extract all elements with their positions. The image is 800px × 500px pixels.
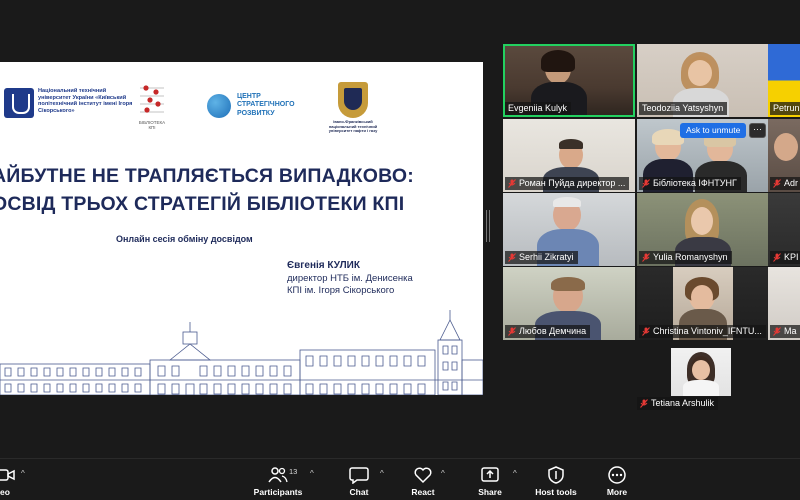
- video-camera-icon: [0, 469, 15, 481]
- participant-name: Serhii Zikratyi: [519, 252, 574, 262]
- participants-label: Participants: [253, 487, 303, 497]
- meeting-toolbar: eo ^ Participants 13 ^ Chat ^ React ^ Sh…: [0, 458, 800, 500]
- shared-slide: Національний технічний університет Украї…: [0, 62, 483, 395]
- participant-tile[interactable]: Christina Vintoniv_IFNTU...: [637, 267, 769, 340]
- strategic-center-logo-text: ЦЕНТР СТРАТЕГІЧНОГО РОЗВИТКУ: [237, 93, 295, 117]
- kpi-logo-text: Національний технічний університет Украї…: [38, 88, 133, 114]
- participants-options-chevron-icon[interactable]: ^: [310, 469, 314, 478]
- participant-tile[interactable]: Serhii Zikratyi: [503, 193, 635, 266]
- participant-tile[interactable]: Yulia Romanyshyn: [637, 193, 769, 266]
- zoom-meeting-window: Національний технічний університет Украї…: [0, 0, 800, 500]
- slide-title-line-2: ОСВІД ТРЬОХ СТРАТЕГІЙ БІБЛІОТЕКИ КПІ: [0, 193, 405, 215]
- kpi-logo: Національний технічний університет Украї…: [4, 88, 134, 128]
- chat-label: Chat: [349, 487, 369, 497]
- kpi-emblem-icon: [4, 88, 34, 118]
- ask-to-unmute-button[interactable]: Ask to unmute: [680, 123, 747, 138]
- video-button[interactable]: eo: [0, 459, 20, 500]
- host-tools-button[interactable]: Host tools: [532, 459, 580, 500]
- participant-name: KPI: [784, 252, 799, 262]
- panel-splitter-handle[interactable]: [486, 210, 490, 242]
- participant-name: Petrun: [773, 103, 800, 113]
- participant-tile[interactable]: Teodoziia Yatsyshyn: [637, 44, 769, 117]
- muted-mic-icon: [642, 253, 650, 262]
- participant-tile[interactable]: Ma: [768, 267, 800, 340]
- author-role-1: директор НТБ ім. Денисенка: [287, 272, 413, 284]
- react-label: React: [411, 487, 435, 497]
- library-logo: БІБЛІОТЕКА КПІ: [136, 82, 168, 134]
- participant-name: Бібліотека ІФНТУНГ: [653, 178, 737, 188]
- participants-icon: [268, 467, 288, 483]
- slide-logo-row: Національний технічний університет Украї…: [0, 82, 483, 134]
- participant-name: Любов Демчина: [519, 326, 587, 336]
- muted-mic-icon: [508, 179, 516, 188]
- kpi-building-illustration: [0, 310, 483, 395]
- author-role-2: КПІ ім. Ігоря Сікорського: [287, 285, 395, 296]
- strategic-center-logo: ЦЕНТР СТРАТЕГІЧНОГО РОЗВИТКУ: [207, 90, 307, 120]
- muted-mic-icon: [508, 253, 516, 262]
- participant-name: Роман Пуйда директор ...: [519, 178, 626, 188]
- participant-name: Adr: [784, 178, 799, 188]
- react-button[interactable]: React: [404, 459, 442, 500]
- muted-mic-icon: [773, 253, 781, 262]
- participant-tile[interactable]: Petrun: [768, 44, 800, 117]
- library-dots-icon: [140, 85, 164, 113]
- video-label: eo: [0, 487, 10, 497]
- more-label: More: [606, 487, 628, 497]
- participants-button[interactable]: Participants: [250, 459, 306, 500]
- muted-mic-icon: [773, 179, 781, 188]
- video-options-chevron-icon[interactable]: ^: [21, 469, 25, 478]
- muted-mic-icon: [642, 179, 650, 188]
- participant-name: Christina Vintoniv_IFNTU...: [653, 326, 762, 336]
- shield-icon: [548, 466, 564, 484]
- participant-tile[interactable]: Evgeniia Kulyk: [503, 44, 635, 117]
- participant-tile[interactable]: Adr: [768, 119, 800, 192]
- chat-options-chevron-icon[interactable]: ^: [380, 469, 384, 478]
- slide-title: АЙБУТНЕ НЕ ТРАПЛЯЄТЬСЯ ВИПАДКОВО: ОСВІД …: [0, 162, 483, 218]
- participant-tile[interactable]: Tetiana Arshulik: [637, 348, 733, 410]
- muted-mic-icon: [642, 327, 650, 336]
- ifntung-logo: Івано-Франківський національний технічни…: [326, 82, 380, 138]
- participant-tile[interactable]: Любов Демчина: [503, 267, 635, 340]
- participant-name: Yulia Romanyshyn: [653, 252, 728, 262]
- participant-name: Teodoziia Yatsyshyn: [642, 103, 724, 113]
- host-tools-label: Host tools: [535, 487, 577, 497]
- participant-tile[interactable]: Роман Пуйда директор ...: [503, 119, 635, 192]
- ifntung-logo-text: Івано-Франківський національний технічни…: [328, 119, 378, 134]
- heart-icon: [414, 467, 432, 484]
- author-name: Євгенія КУЛИК: [287, 260, 360, 271]
- slide-author-block: Євгенія КУЛИК директор НТБ ім. Денисенка…: [287, 260, 477, 298]
- chat-button[interactable]: Chat: [340, 459, 378, 500]
- muted-mic-icon: [773, 327, 781, 336]
- muted-mic-icon: [508, 327, 516, 336]
- more-dots-icon: [608, 466, 626, 484]
- strategic-center-circle-icon: [207, 94, 231, 118]
- participant-name: Ma: [784, 326, 797, 336]
- participant-name: Evgeniia Kulyk: [508, 103, 568, 113]
- share-label: Share: [478, 487, 502, 497]
- share-button[interactable]: Share: [471, 459, 509, 500]
- react-options-chevron-icon[interactable]: ^: [441, 469, 445, 478]
- share-screen-icon: [481, 467, 499, 482]
- chat-bubble-icon: [349, 467, 369, 484]
- more-button[interactable]: More: [598, 459, 636, 500]
- tile-more-options-button[interactable]: ···: [749, 123, 766, 138]
- ifntung-shield-icon: [338, 82, 368, 118]
- participant-tile[interactable]: KPI: [768, 193, 800, 266]
- slide-subtitle: Онлайн сесія обміну досвідом: [116, 234, 253, 244]
- participants-count: 13: [289, 467, 298, 476]
- library-logo-text: БІБЛІОТЕКА КПІ: [138, 120, 166, 130]
- share-options-chevron-icon[interactable]: ^: [513, 469, 517, 478]
- participant-name: Tetiana Arshulik: [651, 398, 715, 408]
- slide-title-line-1: АЙБУТНЕ НЕ ТРАПЛЯЄТЬСЯ ВИПАДКОВО:: [0, 165, 414, 187]
- muted-mic-icon: [640, 399, 648, 408]
